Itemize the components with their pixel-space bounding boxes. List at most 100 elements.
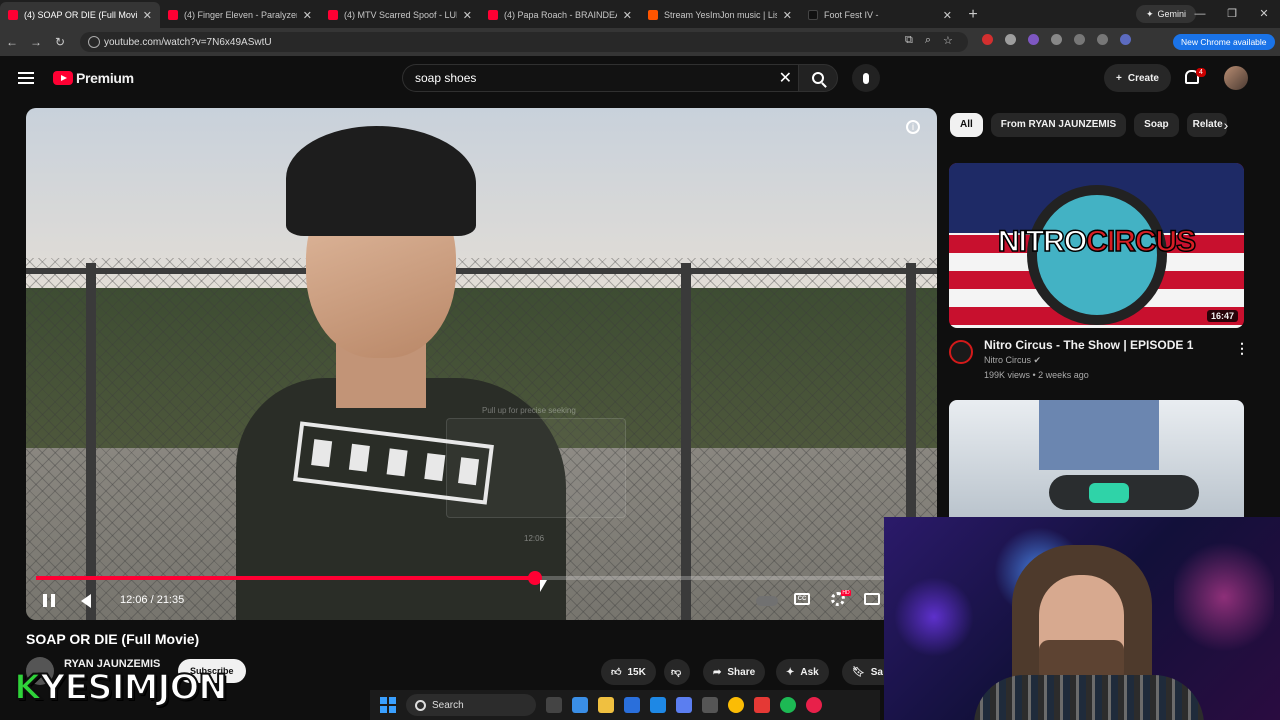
maximize-icon[interactable]: ❐ [1216,0,1248,28]
streamer [974,545,1204,720]
share-icon: ➦ [713,666,722,678]
chevron-right-icon[interactable]: › [1214,113,1238,137]
profile-icon[interactable] [1120,34,1131,45]
soundcloud-favicon-icon [648,10,658,20]
close-tab-icon[interactable]: ✕ [143,9,152,22]
bookmark-star-icon[interactable]: ☆ [943,34,953,47]
autoplay-toggle[interactable] [756,596,778,606]
youtube-header: Premium soap shoes ✕ + Create 4 [0,56,1280,102]
media-icon[interactable] [1074,34,1085,45]
youtube-logo-icon[interactable] [53,71,73,85]
voice-search-button[interactable] [852,64,880,92]
tab-soundcloud[interactable]: Stream YesImJon music | Listen ✕ [640,2,800,28]
save-label: Sa [870,666,883,678]
extension-icon[interactable] [1005,34,1016,45]
spotify-icon[interactable] [780,697,796,713]
cap [286,126,476,236]
progress-fill [36,576,536,580]
mail-icon[interactable] [650,697,666,713]
close-tab-icon[interactable]: ✕ [943,9,952,22]
save-button[interactable]: 🔖︎ Sa [842,659,884,685]
menu-icon[interactable] [18,72,34,84]
close-tab-icon[interactable]: ✕ [783,9,792,22]
forward-icon[interactable]: → [24,35,48,49]
close-tab-icon[interactable]: ✕ [623,9,632,22]
hd-badge-icon: HD [841,590,851,596]
install-icon[interactable]: ⧉ [905,34,913,47]
tab-soap-or-die[interactable]: (4) SOAP OR DIE (Full Movie) ✕ [0,2,160,28]
streamer-watermark: KYESIMJON [13,667,229,709]
clear-search-icon[interactable]: ✕ [779,68,792,88]
ask-button[interactable]: ✦ Ask [776,659,829,685]
reload-icon[interactable]: ↻ [48,35,72,49]
store-icon[interactable] [624,697,640,713]
minimize-icon[interactable]: — [1184,0,1216,28]
tab-finger-eleven[interactable]: (4) Finger Eleven - Paralyzer (A ✕ [160,2,320,28]
thumb-text-right: CIRCUS [1085,224,1197,259]
theater-mode-icon[interactable] [864,593,880,605]
extension-icon[interactable] [982,34,993,45]
file-explorer-icon[interactable] [598,697,614,713]
close-tab-icon[interactable]: ✕ [303,9,312,22]
plus-icon: + [1116,72,1122,84]
thumb-text-left: NITRO [997,224,1088,259]
map-pin-icon[interactable] [754,697,770,713]
new-tab-button[interactable]: + [960,2,986,28]
like-count: 15K [627,666,646,678]
close-tab-icon[interactable]: ✕ [463,9,472,22]
photos-icon[interactable] [676,697,692,713]
tab-title: (4) SOAP OR DIE (Full Movie) [24,10,137,20]
like-button[interactable]: 👍︎ 15K [601,659,656,685]
purple-light [894,577,974,657]
zoom-icon[interactable]: ⌕ [925,34,931,47]
pause-icon[interactable] [43,594,55,607]
fence-post [681,263,691,620]
task-view-icon[interactable] [546,697,562,713]
video-player[interactable]: Pull up for precise seeking 12:06 i 12:0… [26,108,937,620]
share-button[interactable]: ➦ Share [703,659,766,685]
copilot-icon[interactable] [572,697,588,713]
more-options-icon[interactable]: ⋮ [1235,340,1249,357]
recommendation-title[interactable]: Nitro Circus - The Show | EPISODE 1 [984,338,1193,352]
recommendation-thumbnail[interactable]: NITROCIRCUS 16:47 [949,163,1244,328]
search-input[interactable]: soap shoes ✕ [402,64,798,92]
windows-start-icon[interactable] [380,697,396,713]
channel-icon[interactable] [949,340,973,364]
extension-icon[interactable] [1028,34,1039,45]
sparkle-icon: ✦ [786,666,795,678]
webcam-overlay [884,517,1280,720]
chip-soap[interactable]: Soap [1134,113,1179,137]
close-window-icon[interactable]: ✕ [1248,0,1280,28]
sneaker [1049,475,1199,510]
share-label: Share [727,666,756,678]
recommendation-thumbnail[interactable] [949,400,1244,520]
info-icon[interactable]: i [906,120,920,134]
tab-mtv-scarred[interactable]: (4) MTV Scarred Spoof - LURKS ✕ [320,2,480,28]
chrome-update-button[interactable]: New Chrome available [1173,34,1275,50]
site-info-icon[interactable] [88,36,100,48]
dislike-button[interactable]: 👎︎ [664,659,690,685]
account-avatar[interactable] [1224,66,1248,90]
chip-all[interactable]: All [950,113,983,137]
taskbar-search[interactable]: Search [406,694,536,716]
progress-bar[interactable] [36,571,927,585]
terminal-icon[interactable] [702,697,718,713]
create-button[interactable]: + Create [1104,64,1171,92]
tab-foot-fest[interactable]: Foot Fest IV - ✕ [800,2,960,28]
scrub-preview-frame [446,418,626,518]
notification-badge: 4 [1196,68,1206,77]
tab-search-icon[interactable] [1097,34,1108,45]
back-icon[interactable]: ← [0,35,24,49]
recommendation-channel[interactable]: Nitro Circus ✔ [984,355,1041,366]
tab-title: Stream YesImJon music | Listen [664,10,777,20]
search-button[interactable] [798,64,838,92]
chrome-icon[interactable] [728,697,744,713]
puzzle-icon[interactable] [1051,34,1062,45]
url-field[interactable]: youtube.com/watch?v=7N6x49ASwtU [80,32,968,52]
chip-from-channel[interactable]: From RYAN JAUNZEMIS [990,113,1127,137]
captions-icon[interactable]: CC [794,593,810,605]
app-icon[interactable] [806,697,822,713]
tab-papa-roach[interactable]: (4) Papa Roach - BRAINDEAD ( ✕ [480,2,640,28]
youtube-favicon-icon [488,10,498,20]
volume-icon[interactable] [81,594,91,608]
